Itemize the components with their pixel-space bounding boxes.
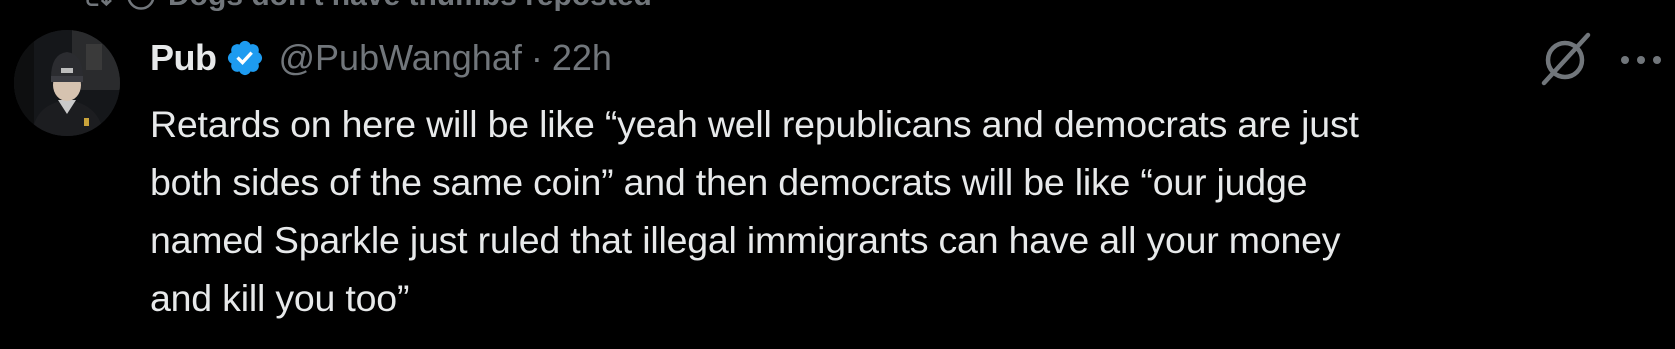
post-text[interactable]: Retards on here will be like “yeah well … bbox=[150, 95, 1650, 327]
grok-icon[interactable] bbox=[1535, 30, 1595, 90]
person-icon bbox=[126, 0, 156, 11]
avatar[interactable] bbox=[14, 30, 120, 136]
separator-dot: · bbox=[530, 37, 543, 78]
repost-context[interactable]: Dogs don't have thumbs reposted bbox=[80, 0, 652, 16]
repost-icon bbox=[80, 0, 114, 11]
post-timestamp[interactable]: 22h bbox=[552, 37, 612, 79]
post-text-line: Retards on here will be like “yeah well … bbox=[150, 103, 1359, 145]
post-text-line: and kill you too” bbox=[150, 277, 410, 319]
more-options-icon[interactable] bbox=[1616, 40, 1666, 80]
author-name[interactable]: Pub bbox=[150, 37, 217, 79]
repost-label: Dogs don't have thumbs reposted bbox=[168, 0, 652, 13]
post-header: Pub @PubWanghaf · 22h bbox=[150, 32, 612, 84]
verified-badge-icon[interactable] bbox=[225, 38, 265, 78]
post-text-line: both sides of the same coin” and then de… bbox=[150, 161, 1308, 203]
author-handle[interactable]: @PubWanghaf bbox=[279, 37, 522, 79]
post-text-line: named Sparkle just ruled that illegal im… bbox=[150, 219, 1341, 261]
